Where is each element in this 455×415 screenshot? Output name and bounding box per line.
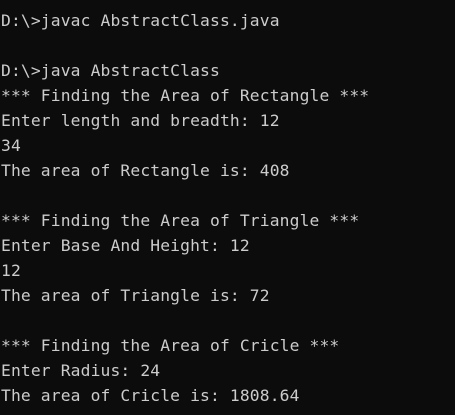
output-line: *** Finding the Area of Cricle *** [1,336,340,355]
console-window[interactable]: D:\>javac AbstractClass.java D:\>java Ab… [0,0,455,415]
command-line-compile: D:\>javac AbstractClass.java [1,11,280,30]
output-line: Enter Radius: 24 [1,361,161,380]
output-line: Enter Base And Height: 12 [1,236,250,255]
command-line-run: D:\>java AbstractClass [1,61,220,80]
output-line: *** Finding the Area of Rectangle *** [1,86,370,105]
input-line: 34 [1,136,21,155]
input-line: 12 [1,261,21,280]
output-line: The area of Triangle is: 72 [1,286,270,305]
output-line: Enter length and breadth: 12 [1,111,280,130]
output-line: The area of Rectangle is: 408 [1,161,290,180]
output-line: *** Finding the Area of Triangle *** [1,211,360,230]
output-line: The area of Cricle is: 1808.64 [1,386,300,405]
